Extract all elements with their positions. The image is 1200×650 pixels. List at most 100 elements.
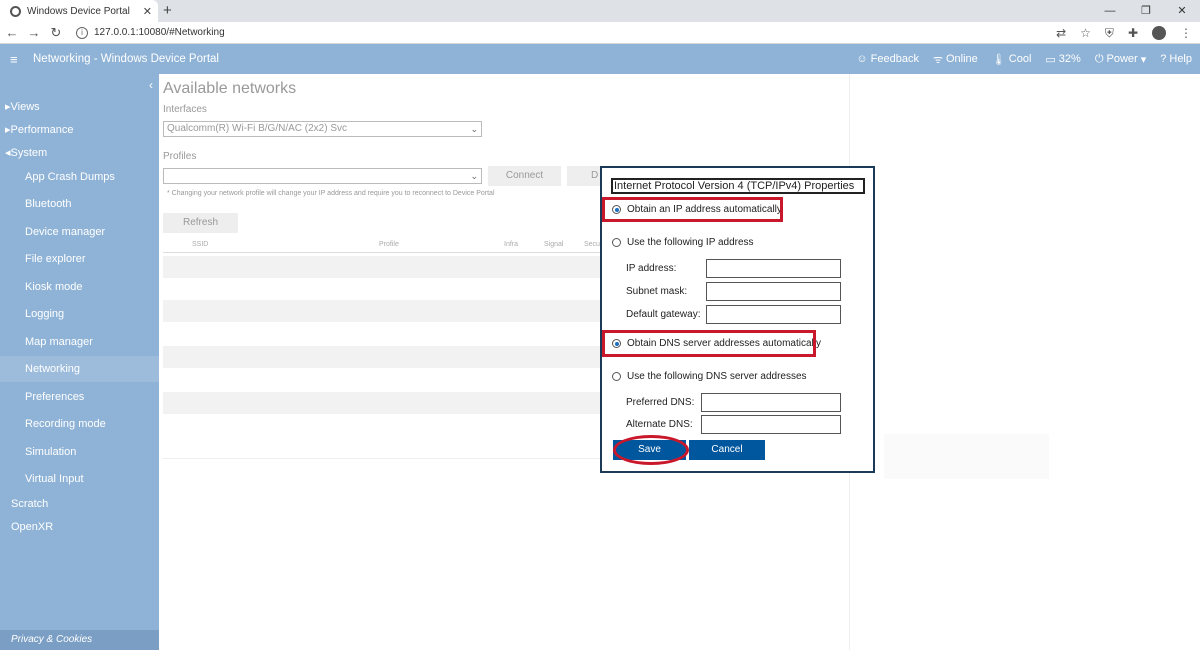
radio-unselected-icon[interactable]	[612, 238, 621, 247]
new-tab-button[interactable]: +	[163, 2, 172, 19]
sidebar-item-performance[interactable]: ▸Performance	[5, 123, 74, 136]
right-pane	[849, 74, 1200, 650]
close-tab-icon[interactable]: ✕	[143, 5, 152, 18]
sidebar-item-bluetooth[interactable]: Bluetooth	[25, 198, 71, 210]
radio-unselected-icon[interactable]	[612, 372, 621, 381]
table-bottom-divider	[163, 458, 603, 459]
privacy-cookies-link[interactable]: Privacy & Cookies	[0, 630, 159, 650]
tab-title: Windows Device Portal	[27, 5, 130, 17]
antenna-icon: ᯤ	[932, 53, 943, 66]
column-infra[interactable]: Infra	[504, 241, 518, 248]
extension-shield-icon[interactable]: ⛨	[1105, 26, 1114, 41]
table-row[interactable]	[163, 256, 603, 278]
highlight-save-ellipse	[613, 435, 689, 465]
question-icon: ?	[1160, 53, 1167, 65]
extensions-puzzle-icon[interactable]: ✚	[1128, 26, 1138, 40]
highlight-ip-auto	[602, 197, 783, 222]
ipv4-properties-dialog: Internet Protocol Version 4 (TCP/IPv4) P…	[600, 166, 875, 473]
refresh-button[interactable]: Refresh	[163, 213, 238, 233]
close-window-button[interactable]: ✕	[1164, 0, 1200, 22]
battery-status: ▭ 32%	[1045, 53, 1081, 66]
sidebar-item-networking[interactable]: Networking	[0, 356, 159, 382]
sidebar-item-system[interactable]: ◂System	[5, 146, 47, 159]
preferred-dns-field[interactable]	[701, 393, 841, 412]
reload-icon[interactable]: ↻	[46, 25, 66, 41]
subnet-mask-field[interactable]	[706, 282, 841, 301]
column-ssid[interactable]: SSID	[192, 241, 208, 248]
bookmark-star-icon[interactable]: ☆	[1080, 26, 1091, 40]
caret-down-icon: ▾	[1140, 53, 1147, 66]
sidebar-item-openxr[interactable]: OpenXR	[11, 521, 53, 533]
minimize-button[interactable]: —	[1092, 0, 1128, 22]
collapse-sidebar-icon[interactable]: ‹	[149, 78, 153, 92]
header-status-bar: ☺ Feedback ᯤ Online 🌡 Cool ▭ 32% ⏻ Power ▾ ? He…	[856, 44, 1192, 74]
page-title: Networking - Windows Device Portal	[33, 53, 219, 65]
column-profile[interactable]: Profile	[379, 241, 399, 248]
thermal-status: 🌡 Cool	[991, 53, 1032, 66]
column-signal[interactable]: Signal	[544, 241, 563, 248]
default-gateway-field[interactable]	[706, 305, 841, 324]
globe-icon	[10, 5, 21, 17]
sidebar-item-kiosk-mode[interactable]: Kiosk mode	[25, 281, 82, 293]
dialog-title: Internet Protocol Version 4 (TCP/IPv4) P…	[611, 178, 865, 194]
online-status: ᯤ Online	[932, 53, 978, 66]
sidebar-item-preferences[interactable]: Preferences	[25, 391, 84, 403]
alternate-dns-label: Alternate DNS:	[626, 419, 693, 430]
feedback-button[interactable]: ☺ Feedback	[856, 53, 919, 65]
connect-button[interactable]: Connect	[488, 166, 561, 186]
browser-toolbar-icons: ⇄ ☆ ⛨ ✚ ⋮	[1056, 22, 1192, 44]
cancel-button[interactable]: Cancel	[689, 440, 765, 460]
browser-menu-icon[interactable]: ⋮	[1180, 26, 1192, 40]
url-field[interactable]: 127.0.0.1:10080/#Networking	[94, 27, 225, 38]
alternate-dns-field[interactable]	[701, 415, 841, 434]
highlight-dns-auto	[602, 330, 816, 357]
sidebar-item-recording-mode[interactable]: Recording mode	[25, 418, 106, 430]
table-row[interactable]	[163, 392, 603, 414]
interfaces-label: Interfaces	[163, 104, 207, 115]
chevron-down-icon: ⌄	[470, 171, 478, 181]
sidebar: ‹ ▸Views ▸Performance ◂System App Crash …	[0, 74, 159, 650]
available-networks-heading: Available networks	[163, 80, 297, 97]
sidebar-item-simulation[interactable]: Simulation	[25, 446, 76, 458]
hamburger-icon[interactable]: ≡	[10, 52, 24, 67]
battery-icon: ▭	[1045, 53, 1056, 66]
app-header: ≡ Networking - Windows Device Portal ☺ Fe…	[0, 44, 1200, 74]
table-row[interactable]	[163, 300, 603, 322]
right-pane-placeholder	[884, 434, 1049, 479]
power-icon: ⏻	[1094, 52, 1104, 65]
sidebar-item-scratch[interactable]: Scratch	[11, 498, 48, 510]
sidebar-item-views[interactable]: ▸Views	[5, 100, 40, 113]
sidebar-item-virtual-input[interactable]: Virtual Input	[25, 473, 84, 485]
info-icon[interactable]: i	[76, 26, 88, 39]
help-button[interactable]: ? Help	[1160, 53, 1192, 65]
interfaces-select[interactable]: Qualcomm(R) Wi-Fi B/G/N/AC (2x2) Svc ⌄	[163, 121, 482, 137]
forward-icon[interactable]: →	[24, 25, 44, 40]
restore-button[interactable]: ❐	[1128, 0, 1164, 22]
dns-manual-option[interactable]: Use the following DNS server addresses	[612, 371, 807, 382]
power-menu[interactable]: ⏻ Power ▾	[1095, 53, 1146, 66]
window-controls: — ❐ ✕	[1092, 0, 1200, 22]
address-bar: ← → ↻ i 127.0.0.1:10080/#Networking ⇄ ☆ …	[0, 22, 1200, 44]
back-icon[interactable]: ←	[2, 25, 22, 40]
default-gateway-label: Default gateway:	[626, 309, 701, 320]
ip-address-field[interactable]	[706, 259, 841, 278]
ip-manual-option[interactable]: Use the following IP address	[612, 237, 754, 248]
chevron-down-icon: ⌄	[470, 124, 478, 134]
sidebar-item-logging[interactable]: Logging	[25, 308, 64, 320]
preferred-dns-label: Preferred DNS:	[626, 397, 695, 408]
thermometer-icon: 🌡	[991, 53, 1006, 66]
sidebar-item-app-crash-dumps[interactable]: App Crash Dumps	[25, 171, 115, 183]
profile-change-note: * Changing your network profile will cha…	[167, 190, 495, 197]
translate-icon[interactable]: ⇄	[1056, 26, 1066, 40]
smiley-icon: ☺	[856, 53, 868, 65]
disconnect-button[interactable]: D	[567, 166, 601, 186]
table-header-divider	[163, 252, 603, 253]
table-row[interactable]	[163, 346, 603, 368]
sidebar-item-file-explorer[interactable]: File explorer	[25, 253, 86, 265]
sidebar-item-map-manager[interactable]: Map manager	[25, 336, 93, 348]
subnet-mask-label: Subnet mask:	[626, 286, 688, 297]
sidebar-item-device-manager[interactable]: Device manager	[25, 226, 105, 238]
profiles-select[interactable]: ⌄	[163, 168, 482, 184]
browser-tab[interactable]: Windows Device Portal ✕	[0, 0, 158, 22]
profile-avatar-icon[interactable]	[1152, 26, 1166, 40]
